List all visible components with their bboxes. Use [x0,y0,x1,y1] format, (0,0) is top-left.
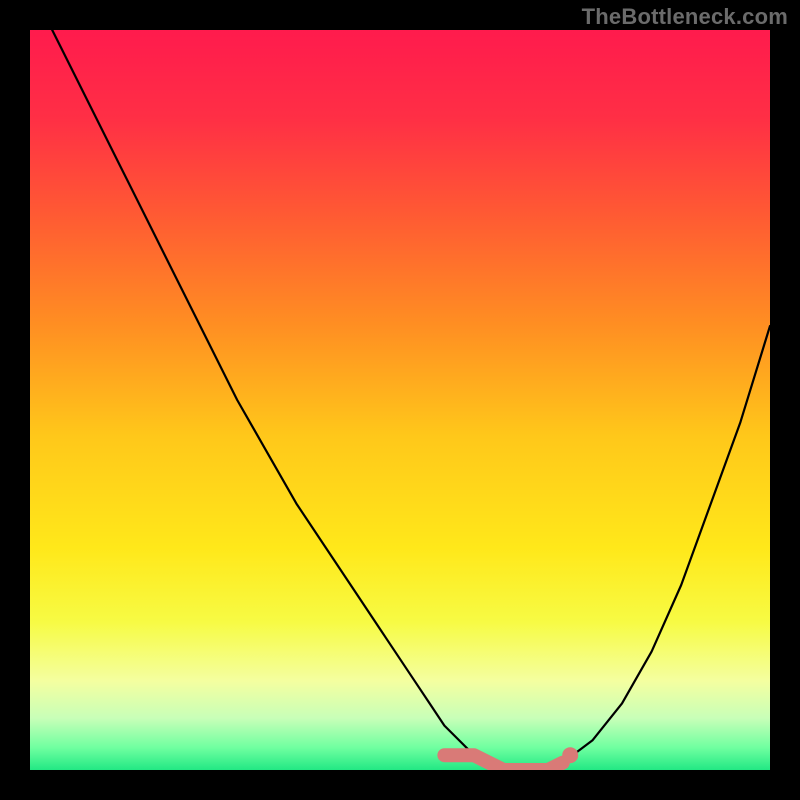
chart-frame: TheBottleneck.com [0,0,800,800]
attribution-text: TheBottleneck.com [582,4,788,30]
curve-layer [30,30,770,770]
highlight-dot [562,747,578,763]
bottleneck-curve [30,30,770,770]
flat-bottom-highlight [444,755,562,770]
plot-area [30,30,770,770]
